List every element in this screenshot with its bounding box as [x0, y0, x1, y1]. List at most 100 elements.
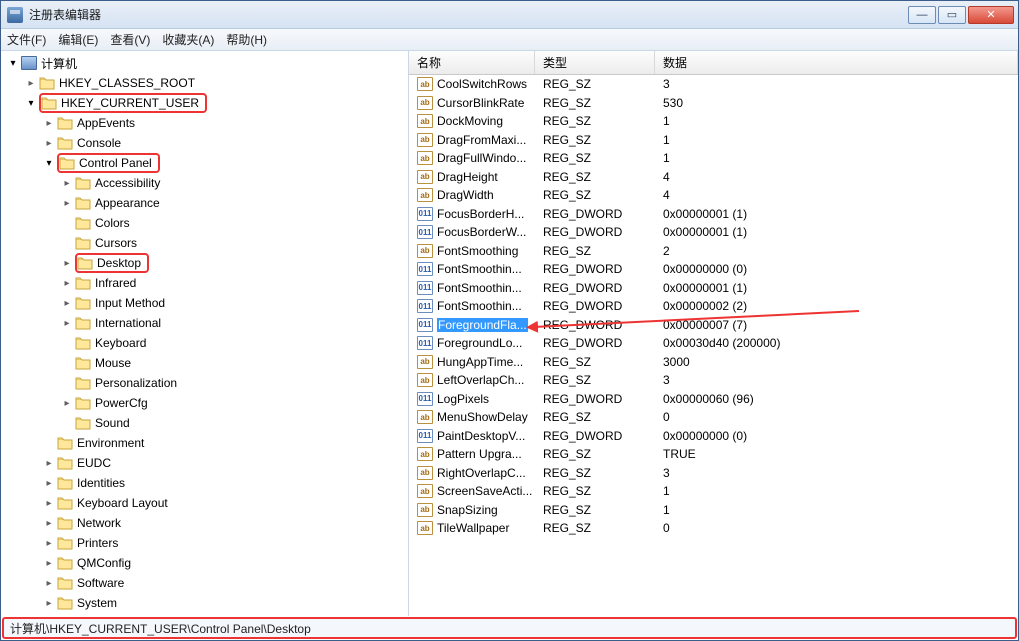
chevron-right-icon[interactable]: ▸ — [43, 578, 55, 589]
col-data[interactable]: 数据 — [655, 51, 1018, 74]
chevron-down-icon[interactable]: ▾ — [7, 58, 19, 69]
menu-view[interactable]: 查看(V) — [110, 31, 150, 48]
value-type: REG_SZ — [535, 503, 655, 517]
list-row[interactable]: abCursorBlinkRateREG_SZ530 — [409, 94, 1018, 113]
list-row[interactable]: abDragHeightREG_SZ4 — [409, 168, 1018, 187]
tree-item[interactable]: ▾Control Panel — [1, 153, 408, 173]
tree-item[interactable]: ▸Accessibility — [1, 173, 408, 193]
list-row[interactable]: abTileWallpaperREG_SZ0 — [409, 519, 1018, 538]
tree-item[interactable]: ▸Console — [1, 133, 408, 153]
chevron-right-icon[interactable]: ▸ — [43, 498, 55, 509]
chevron-right-icon[interactable]: ▸ — [61, 278, 73, 289]
tree-item[interactable]: ▸Input Method — [1, 293, 408, 313]
folder-icon — [75, 196, 91, 210]
tree-item-label: Appearance — [95, 196, 160, 210]
chevron-right-icon[interactable]: ▸ — [61, 318, 73, 329]
tree-item[interactable]: ▸QMConfig — [1, 553, 408, 573]
window-title: 注册表编辑器 — [29, 6, 908, 23]
col-name[interactable]: 名称 — [409, 51, 535, 74]
list-row[interactable]: abHungAppTime...REG_SZ3000 — [409, 353, 1018, 372]
chevron-right-icon[interactable]: ▸ — [61, 178, 73, 189]
list-row[interactable]: 011ForegroundFla...REG_DWORD0x00000007 (… — [409, 316, 1018, 335]
tree-item[interactable]: Keyboard — [1, 333, 408, 353]
list-row[interactable]: abFontSmoothingREG_SZ2 — [409, 242, 1018, 261]
tree-item[interactable]: ▸Identities — [1, 473, 408, 493]
tree-item[interactable]: ▸Software — [1, 573, 408, 593]
chevron-down-icon[interactable]: ▾ — [43, 158, 55, 169]
chevron-right-icon[interactable]: ▸ — [61, 198, 73, 209]
chevron-right-icon[interactable]: ▸ — [43, 118, 55, 129]
tree-item[interactable]: ▸HKEY_CLASSES_ROOT — [1, 73, 408, 93]
tree-item[interactable]: Cursors — [1, 233, 408, 253]
tree-item[interactable]: ▸System — [1, 593, 408, 613]
chevron-right-icon[interactable]: ▸ — [43, 478, 55, 489]
list-row[interactable]: abSnapSizingREG_SZ1 — [409, 501, 1018, 520]
chevron-right-icon[interactable]: ▸ — [43, 458, 55, 469]
tree-item[interactable]: Sound — [1, 413, 408, 433]
chevron-right-icon[interactable]: ▸ — [61, 258, 73, 269]
maximize-button[interactable]: ▭ — [938, 6, 966, 24]
minimize-button[interactable]: — — [908, 6, 936, 24]
menu-file[interactable]: 文件(F) — [7, 31, 46, 48]
chevron-right-icon[interactable]: ▸ — [43, 518, 55, 529]
list-row[interactable]: 011FocusBorderW...REG_DWORD0x00000001 (1… — [409, 223, 1018, 242]
list-row[interactable]: 011FontSmoothin...REG_DWORD0x00000000 (0… — [409, 260, 1018, 279]
list-row[interactable]: abDragFromMaxi...REG_SZ1 — [409, 131, 1018, 150]
tree-root[interactable]: ▾ 计算机 — [1, 53, 408, 73]
close-button[interactable]: ✕ — [968, 6, 1014, 24]
value-type: REG_DWORD — [535, 262, 655, 276]
chevron-right-icon[interactable]: ▸ — [61, 398, 73, 409]
value-data: 3000 — [655, 355, 1018, 369]
tree-item[interactable]: ▾HKEY_CURRENT_USER — [1, 93, 408, 113]
tree-item[interactable]: ▸PowerCfg — [1, 393, 408, 413]
list-row[interactable]: abDockMovingREG_SZ1 — [409, 112, 1018, 131]
tree-item[interactable]: ▸ Appearance — [1, 193, 408, 213]
tree-item[interactable]: Mouse — [1, 353, 408, 373]
tree-item[interactable]: ▸Desktop — [1, 253, 408, 273]
tree-item[interactable]: ▸Printers — [1, 533, 408, 553]
chevron-right-icon[interactable]: ▸ — [61, 298, 73, 309]
col-type[interactable]: 类型 — [535, 51, 655, 74]
folder-icon — [57, 556, 73, 570]
tree-item[interactable]: ▸Keyboard Layout — [1, 493, 408, 513]
list-row[interactable]: 011FontSmoothin...REG_DWORD0x00000001 (1… — [409, 279, 1018, 298]
chevron-right-icon[interactable]: ▸ — [43, 558, 55, 569]
value-name: ForegroundLo... — [437, 336, 522, 350]
list-row[interactable]: 011LogPixelsREG_DWORD0x00000060 (96) — [409, 390, 1018, 409]
chevron-right-icon[interactable]: ▸ — [43, 538, 55, 549]
tree-item[interactable]: Environment — [1, 433, 408, 453]
list-row[interactable]: 011PaintDesktopV...REG_DWORD0x00000000 (… — [409, 427, 1018, 446]
list-row[interactable]: 011FontSmoothin...REG_DWORD0x00000002 (2… — [409, 297, 1018, 316]
list-body[interactable]: abCoolSwitchRowsREG_SZ3abCursorBlinkRate… — [409, 75, 1018, 616]
list-row[interactable]: abDragWidthREG_SZ4 — [409, 186, 1018, 205]
list-row[interactable]: abDragFullWindo...REG_SZ1 — [409, 149, 1018, 168]
string-value-icon: ab — [417, 133, 433, 147]
tree-item[interactable]: Colors — [1, 213, 408, 233]
list-row[interactable]: 011FocusBorderH...REG_DWORD0x00000001 (1… — [409, 205, 1018, 224]
menu-help[interactable]: 帮助(H) — [226, 31, 267, 48]
tree-item[interactable]: ▸Network — [1, 513, 408, 533]
list-row[interactable]: abRightOverlapC...REG_SZ3 — [409, 464, 1018, 483]
value-name: TileWallpaper — [437, 521, 509, 535]
tree-item[interactable]: ▸Infrared — [1, 273, 408, 293]
list-row[interactable]: 011ForegroundLo...REG_DWORD0x00030d40 (2… — [409, 334, 1018, 353]
list-row[interactable]: abScreenSaveActi...REG_SZ1 — [409, 482, 1018, 501]
titlebar[interactable]: 注册表编辑器 — ▭ ✕ — [1, 1, 1018, 29]
chevron-right-icon[interactable]: ▸ — [43, 138, 55, 149]
tree-item[interactable]: ▸AppEvents — [1, 113, 408, 133]
list-row[interactable]: abCoolSwitchRowsREG_SZ3 — [409, 75, 1018, 94]
regedit-icon — [7, 7, 23, 23]
menu-edit[interactable]: 编辑(E) — [58, 31, 98, 48]
menu-favorites[interactable]: 收藏夹(A) — [162, 31, 214, 48]
tree-item[interactable]: ▸EUDC — [1, 453, 408, 473]
tree-item[interactable]: Personalization — [1, 373, 408, 393]
chevron-right-icon[interactable]: ▸ — [43, 598, 55, 609]
list-row[interactable]: abPattern Upgra...REG_SZTRUE — [409, 445, 1018, 464]
list-row[interactable]: abMenuShowDelayREG_SZ0 — [409, 408, 1018, 427]
chevron-right-icon[interactable]: ▸ — [25, 78, 37, 89]
tree-item[interactable]: ▸International — [1, 313, 408, 333]
chevron-down-icon[interactable]: ▾ — [25, 98, 37, 109]
list-row[interactable]: abLeftOverlapCh...REG_SZ3 — [409, 371, 1018, 390]
tree-pane[interactable]: ▾ 计算机 ▸HKEY_CLASSES_ROOT▾HKEY_CURRENT_US… — [1, 51, 409, 616]
value-name: DragHeight — [437, 170, 498, 184]
